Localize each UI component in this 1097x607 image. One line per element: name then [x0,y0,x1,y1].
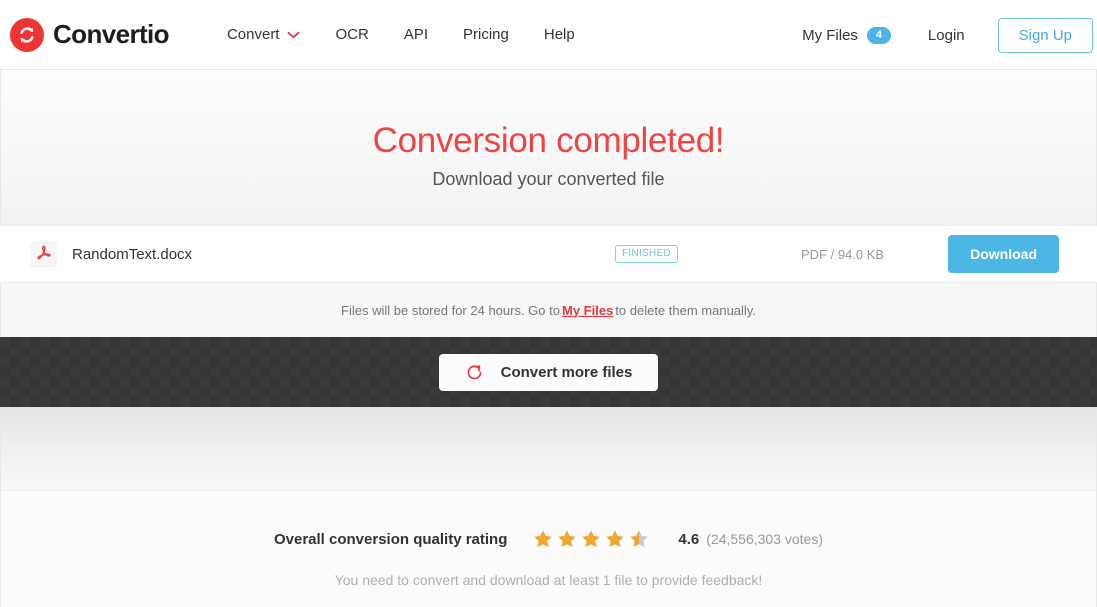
nav-item-api-label: API [403,26,429,43]
hero-section: Conversion completed! Download your conv… [0,70,1097,225]
star-icon-4[interactable] [605,529,625,549]
page-subtitle: Download your converted file [432,169,665,189]
star-icon-2[interactable] [557,529,577,549]
section-divider [0,407,1097,491]
star-icon-3[interactable] [581,529,601,549]
logo-text: Convertio [53,19,170,49]
nav-item-ocr[interactable]: OCR [335,26,368,43]
my-files-count-badge: 4 [866,26,891,44]
rating-row: Overall conversion quality rating 4.6 (2… [1,529,1096,549]
nav-item-pricing[interactable]: Pricing [463,26,509,43]
site-logo[interactable]: Convertio [10,17,170,52]
pdf-file-icon [30,240,57,268]
my-files-label: My Files [802,26,858,44]
convert-more-files-button[interactable]: Convert more files [438,353,659,391]
header-actions: My Files 4 Login Sign Up [802,0,1093,70]
storage-notice-text-before: Files will be stored for 24 hours. Go to [341,302,560,318]
page-root: Convertio Convert OCR API Pricing Help M… [0,0,1097,607]
nav-item-help-label: Help [543,26,575,43]
my-files-link[interactable]: My Files 4 [802,26,891,44]
convertio-recycle-icon [10,17,44,52]
file-name: RandomText.docx [72,245,193,263]
rating-section: Overall conversion quality rating 4.6 (2… [0,491,1097,607]
star-rating[interactable] [533,529,653,549]
my-files-inline-link[interactable]: My Files [562,303,613,318]
signup-button[interactable]: Sign Up [997,17,1093,53]
feedback-note: You need to convert and download at leas… [334,572,763,588]
nav-item-ocr-label: OCR [335,26,369,43]
convert-more-files-label: Convert more files [500,363,633,381]
download-button[interactable]: Download [948,235,1059,273]
site-header: Convertio Convert OCR API Pricing Help M… [0,0,1097,70]
login-link[interactable]: Login [928,27,965,44]
file-meta: PDF / 94.0 KB [801,246,885,262]
file-row: RandomText.docx FINISHED PDF / 94.0 KB D… [0,225,1097,283]
star-icon-1[interactable] [533,529,553,549]
storage-notice: Files will be stored for 24 hours. Go to… [0,283,1097,337]
nav-item-convert-label: Convert [226,26,280,43]
main-nav: Convert OCR API Pricing Help [227,26,575,43]
rating-value: 4.6 [678,530,700,548]
nav-item-pricing-label: Pricing [463,26,509,43]
star-icon-5-half[interactable] [629,529,649,549]
chevron-down-icon [287,31,300,39]
nav-item-help[interactable]: Help [544,26,575,43]
rating-votes: (24,556,303 votes) [706,531,823,547]
nav-item-api[interactable]: API [404,26,428,43]
file-identity: RandomText.docx [30,240,193,268]
rating-label: Overall conversion quality rating [273,530,508,548]
page-title: Conversion completed! [372,121,725,160]
convert-more-band: Convert more files [0,337,1097,407]
refresh-circle-icon [465,363,484,382]
nav-item-convert[interactable]: Convert [227,26,301,43]
status-badge: FINISHED [615,245,679,263]
storage-notice-text-after: to delete them manually. [615,302,756,318]
